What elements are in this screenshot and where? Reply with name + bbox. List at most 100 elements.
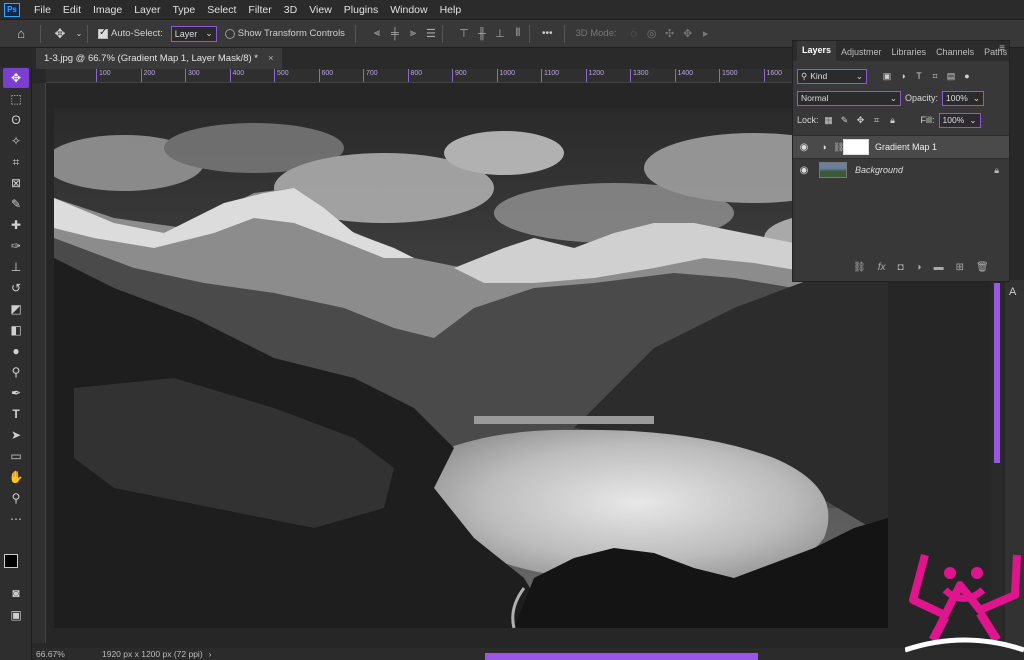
orbit-3d-icon[interactable]: ◌ <box>627 27 641 41</box>
vertical-scrollbar-thumb[interactable] <box>994 283 1000 463</box>
move-tool-icon[interactable]: ✥ <box>51 25 69 43</box>
zoom-tool-icon[interactable]: ⚲ <box>3 488 29 508</box>
path-selection-tool-icon[interactable]: ➤ <box>3 425 29 445</box>
lock-all-icon[interactable]: 🔒︎ <box>887 114 899 126</box>
layer-thumbnail[interactable] <box>819 162 847 178</box>
lock-position-icon[interactable]: ✥ <box>855 114 867 126</box>
layer-row-gradient-map[interactable]: ◉ ◑ ⛓︎ Gradient Map 1 <box>793 135 1009 158</box>
pen-tool-icon[interactable]: ✒ <box>3 383 29 403</box>
lasso-tool-icon[interactable]: ʘ <box>3 110 29 130</box>
layer-row-background[interactable]: ◉ Background 🔒︎ <box>793 158 1009 181</box>
show-transform-checkbox[interactable] <box>224 28 235 39</box>
align-bottom-icon[interactable]: ⊥ <box>493 27 507 41</box>
fx-icon[interactable]: fx <box>878 262 886 273</box>
dodge-tool-icon[interactable]: ⚲ <box>3 362 29 382</box>
document-tab[interactable]: 1-3.jpg @ 66.7% (Gradient Map 1, Layer M… <box>36 48 282 69</box>
healing-brush-tool-icon[interactable]: ✚ <box>3 215 29 235</box>
brush-tool-icon[interactable]: ✑ <box>3 236 29 256</box>
adjustment-filter-icon[interactable]: ◑ <box>897 70 909 82</box>
blur-tool-icon[interactable]: ● <box>3 341 29 361</box>
lock-artboard-icon[interactable]: ⌗ <box>871 114 883 126</box>
properties-icon[interactable]: A <box>1009 286 1020 298</box>
type-filter-icon[interactable]: T <box>913 70 925 82</box>
crop-tool-icon[interactable]: ⌗ <box>3 152 29 172</box>
menu-3d[interactable]: 3D <box>278 0 303 20</box>
menu-type[interactable]: Type <box>166 0 201 20</box>
mask-icon[interactable]: ◘ <box>897 262 903 273</box>
menu-file[interactable]: File <box>28 0 57 20</box>
tab-adjustments[interactable]: Adjustmer <box>836 43 887 61</box>
document-canvas[interactable] <box>54 108 888 628</box>
align-right-icon[interactable]: ⫸ <box>406 27 420 41</box>
layer-mask-thumbnail[interactable] <box>843 139 869 155</box>
scale-3d-icon[interactable]: ▸ <box>699 27 713 41</box>
type-tool-icon[interactable]: T <box>3 404 29 424</box>
menu-window[interactable]: Window <box>384 0 433 20</box>
quick-mask-icon[interactable]: ◙ <box>3 583 29 603</box>
lock-pixels-icon[interactable]: ✎ <box>839 114 851 126</box>
lock-transparent-icon[interactable]: ▦ <box>823 114 835 126</box>
panel-menu-icon[interactable]: ≡ <box>999 43 1005 54</box>
screen-mode-icon[interactable]: ▣ <box>3 605 29 625</box>
align-center-icon[interactable]: ╪ <box>388 27 402 41</box>
status-menu-arrow[interactable]: › <box>209 649 212 659</box>
folder-icon[interactable]: ▬ <box>934 262 944 273</box>
frame-tool-icon[interactable]: ⊠ <box>3 173 29 193</box>
stamp-tool-icon[interactable]: ⊥ <box>3 257 29 277</box>
marquee-tool-icon[interactable]: ⬚ <box>3 89 29 109</box>
gradient-tool-icon[interactable]: ◧ <box>3 320 29 340</box>
fill-field[interactable]: 100% ⌄ <box>938 112 981 128</box>
menu-plugins[interactable]: Plugins <box>338 0 384 20</box>
magic-wand-tool-icon[interactable]: ✧ <box>3 131 29 151</box>
distribute-icon[interactable]: ☰ <box>424 27 438 41</box>
trash-icon[interactable]: 🗑︎ <box>976 262 989 273</box>
menu-select[interactable]: Select <box>201 0 242 20</box>
hand-tool-icon[interactable]: ✋ <box>3 467 29 487</box>
more-tools-icon[interactable]: ⋯ <box>3 509 29 529</box>
pixel-filter-icon[interactable]: ▣ <box>881 70 893 82</box>
filter-toggle-icon[interactable]: ● <box>961 70 973 82</box>
slide-3d-icon[interactable]: ✥ <box>681 27 695 41</box>
roll-3d-icon[interactable]: ◎ <box>645 27 659 41</box>
eraser-tool-icon[interactable]: ◩ <box>3 299 29 319</box>
eyedropper-tool-icon[interactable]: ✎ <box>3 194 29 214</box>
menu-help[interactable]: Help <box>434 0 468 20</box>
new-layer-icon[interactable]: ⊞ <box>956 262 964 273</box>
link-icon[interactable]: ⛓︎ <box>853 262 866 273</box>
menu-edit[interactable]: Edit <box>57 0 87 20</box>
tab-paths[interactable]: Paths <box>979 43 1012 61</box>
filter-kind-dropdown[interactable]: ⚲ Kind ⌄ <box>797 68 867 84</box>
blend-mode-dropdown[interactable]: Normal ⌄ <box>797 90 901 106</box>
align-middle-icon[interactable]: ╫ <box>475 27 489 41</box>
tab-libraries[interactable]: Libraries <box>887 43 932 61</box>
menu-filter[interactable]: Filter <box>242 0 277 20</box>
link-icon[interactable]: ⛓︎ <box>833 142 844 153</box>
more-options-button[interactable]: ••• <box>542 28 553 39</box>
menu-image[interactable]: Image <box>87 0 128 20</box>
tab-channels[interactable]: Channels <box>931 43 979 61</box>
zoom-level[interactable]: 66.67% <box>36 649 96 659</box>
home-icon[interactable]: ⌂ <box>12 25 30 43</box>
history-brush-tool-icon[interactable]: ↺ <box>3 278 29 298</box>
opacity-field[interactable]: 100% ⌄ <box>942 90 985 106</box>
drag-3d-icon[interactable]: ✣ <box>663 27 677 41</box>
menu-layer[interactable]: Layer <box>128 0 166 20</box>
visibility-eye-icon[interactable]: ◉ <box>793 165 815 176</box>
visibility-eye-icon[interactable]: ◉ <box>793 142 815 153</box>
menu-view[interactable]: View <box>303 0 338 20</box>
smart-object-filter-icon[interactable]: ▤ <box>945 70 957 82</box>
adjustment-icon[interactable]: ◑ <box>916 262 922 273</box>
tab-layers[interactable]: Layers <box>797 41 837 61</box>
align-left-icon[interactable]: ⫷ <box>370 27 384 41</box>
horizontal-scrollbar-thumb[interactable] <box>485 653 758 660</box>
rectangle-tool-icon[interactable]: ▭ <box>3 446 29 466</box>
auto-select-checkbox[interactable] <box>98 27 108 39</box>
move-tool-icon[interactable]: ✥ <box>3 68 29 88</box>
close-icon[interactable]: × <box>268 48 274 69</box>
foreground-color-swatch[interactable] <box>4 554 18 568</box>
distribute-vertical-icon[interactable]: ⦀ <box>511 27 525 41</box>
align-top-icon[interactable]: ⊤ <box>457 27 471 41</box>
auto-select-dropdown[interactable]: Layer ⌄ <box>170 25 217 42</box>
chevron-down-icon[interactable]: ⌄ <box>75 25 83 43</box>
shape-filter-icon[interactable]: ⌗ <box>929 70 941 82</box>
